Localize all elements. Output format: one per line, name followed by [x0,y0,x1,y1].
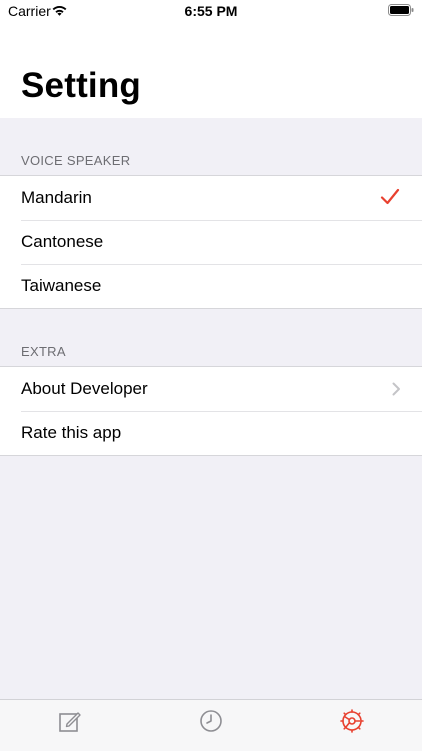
rate-app-row[interactable]: Rate this app [0,411,422,455]
rate-app-label: Rate this app [21,423,122,442]
status-time: 6:55 PM [184,3,238,19]
speaker-option-cantonese[interactable]: Cantonese [0,220,422,264]
speaker-option-mandarin[interactable]: Mandarin [0,176,422,220]
chevron-right-icon [392,382,400,396]
speaker-option-label: Cantonese [21,232,104,251]
tab-bar [0,699,422,751]
settings-gear-icon[interactable] [339,708,365,734]
clock-icon[interactable] [198,708,224,734]
status-bar: Carrier 6:55 PM [0,0,422,24]
about-developer-label: About Developer [21,379,148,398]
section-header-voice-speaker: VOICE SPEAKER [21,153,131,168]
compose-icon[interactable] [57,708,83,734]
section-header-extra: EXTRA [21,344,66,359]
page-title: Setting [21,66,142,105]
about-developer-row[interactable]: About Developer [0,367,422,411]
checkmark-icon [380,188,400,205]
speaker-option-taiwanese[interactable]: Taiwanese [0,264,422,308]
extra-group: About Developer Rate this app [0,366,422,456]
speaker-option-label: Taiwanese [21,276,102,295]
speaker-option-label: Mandarin [21,188,92,207]
voice-speaker-group: Mandarin Cantonese Taiwanese [0,175,422,309]
battery-icon [388,4,414,16]
